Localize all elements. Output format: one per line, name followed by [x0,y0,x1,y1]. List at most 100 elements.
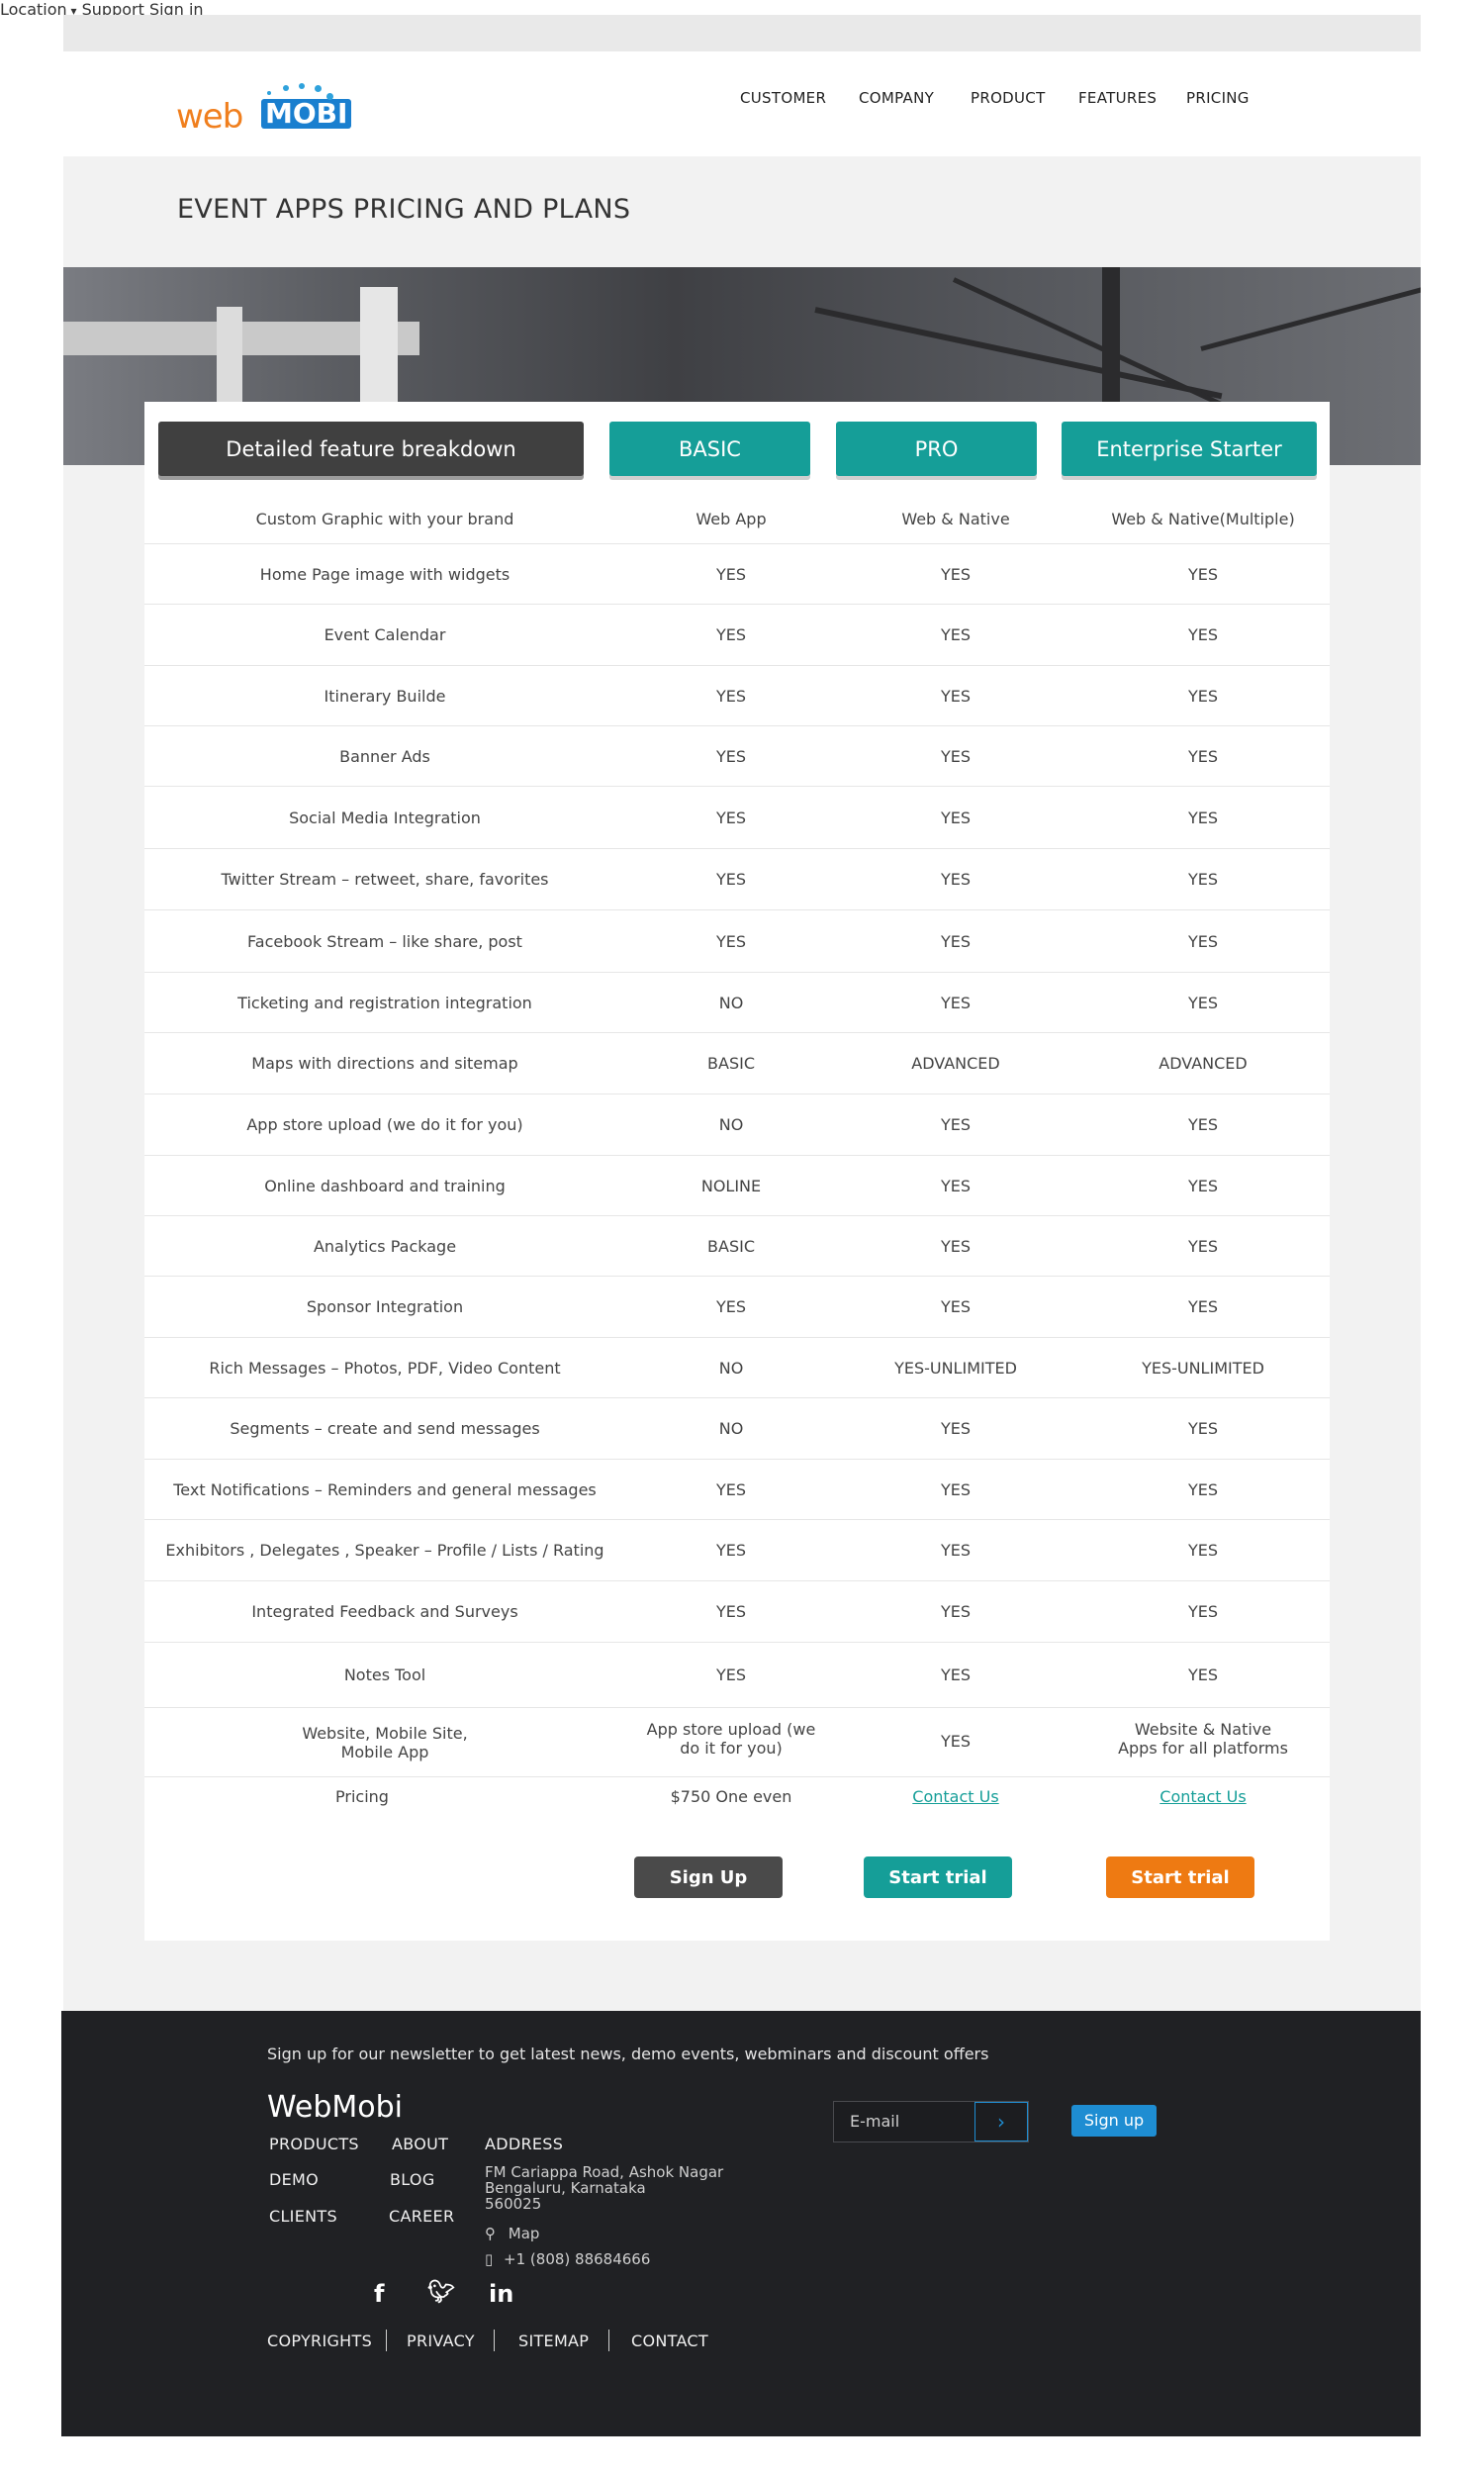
enterprise-value: YES [1187,687,1219,706]
logo-dot [283,85,289,91]
enterprise-value: YES [1187,1419,1219,1438]
footer-link-about[interactable]: ABOUT [392,2135,448,2153]
table-row: Rich Messages – Photos, PDF, Video Conte… [144,1338,1330,1398]
enterprise-value: YES [1187,1541,1219,1560]
footer-divider [386,2330,387,2351]
linkedin-icon[interactable]: in [489,2280,513,2308]
pricing-label: Pricing [335,1787,389,1806]
table-row: Event Calendar YES YES YES [144,605,1330,666]
basic-value: YES [715,1541,747,1560]
basic-value: YES [715,747,747,766]
table-row: Sponsor Integration YES YES YES [144,1277,1330,1338]
feature-label: Facebook Stream – like share, post [247,932,522,951]
basic-value: NO [718,1115,744,1134]
enterprise-value: YES [1187,994,1219,1012]
basic-value: NO [718,1419,744,1438]
footer-link-sitemap[interactable]: SITEMAP [518,2331,589,2350]
table-row: Custom Graphic with your brand Web App Web… [144,495,1330,544]
pro-value: YES [940,747,972,766]
basic-value: YES [715,932,747,951]
footer-divider [494,2330,495,2351]
table-row: Social Media Integration YES YES YES [144,787,1330,849]
feature-label: Segments – create and send messages [230,1419,540,1438]
enterprise-start-trial-button[interactable]: Start trial [1106,1856,1254,1898]
pro-value: YES [940,1602,972,1621]
feature-label: Text Notifications – Reminders and gener… [173,1480,597,1499]
logo-mobi-text: MOBI [261,99,352,129]
email-placeholder: E-mail [850,2112,900,2131]
pro-value: YES [940,1237,972,1256]
feature-label: Sponsor Integration [306,1297,464,1316]
footer-link-contact[interactable]: CONTACT [631,2331,708,2350]
map-item[interactable]: ⚲ Map [485,2225,539,2242]
basic-value: YES [715,687,747,706]
nav-product[interactable]: PRODUCT [971,89,1046,107]
table-row-pricing: Pricing $750 One even Contact Us Contact… [144,1777,1330,1825]
footer-link-privacy[interactable]: PRIVACY [407,2331,475,2350]
phone-number: +1 (808) 88684666 [504,2250,651,2268]
nav-features[interactable]: FEATURES [1078,89,1157,107]
basic-value: BASIC [707,1237,755,1256]
footer-link-copyrights[interactable]: COPYRIGHTS [267,2331,372,2350]
pro-value: ADVANCED [911,1054,1000,1073]
feature-label: Website, Mobile Site, Mobile App [144,1724,625,1761]
pro-value: YES [940,1480,972,1499]
header-enterprise-starter: Enterprise Starter [1062,422,1317,476]
newsletter-email-field[interactable]: E-mail › [833,2101,1029,2142]
pro-value: YES [940,870,972,889]
pro-start-trial-button[interactable]: Start trial [864,1856,1012,1898]
footer-link-blog[interactable]: BLOG [390,2170,435,2189]
pro-value: YES [940,1541,972,1560]
table-row: Itinerary Builde YES YES YES [144,666,1330,726]
basic-value-line: do it for you) [680,1739,783,1758]
pro-value: YES [940,1177,972,1195]
pro-value: YES-UNLIMITED [894,1359,1017,1378]
enterprise-value: YES [1187,1237,1219,1256]
basic-value: App store upload (we do it for you) [612,1720,850,1758]
feature-label: Notes Tool [343,1665,426,1684]
newsletter-signup-button[interactable]: Sign up [1071,2105,1157,2137]
logo-dot [299,83,305,89]
basic-value: NOLINE [700,1177,762,1195]
facebook-icon[interactable]: f [374,2280,384,2308]
footer-link-demo[interactable]: DEMO [269,2170,319,2189]
feature-label: Custom Graphic with your brand [255,510,514,528]
nav-pricing[interactable]: PRICING [1186,89,1250,107]
footer-link-career[interactable]: CAREER [389,2207,454,2226]
enterprise-value-line: Website & Native [1134,1720,1272,1739]
pro-value: YES [940,809,972,827]
pro-value: YES [940,932,972,951]
feature-label: Twitter Stream – retweet, share, favorit… [221,870,549,889]
footer-link-products[interactable]: PRODUCTS [269,2135,359,2153]
pro-value: YES [940,994,972,1012]
pro-contact-us-link[interactable]: Contact Us [912,1787,998,1806]
footer-link-clients[interactable]: CLIENTS [269,2207,337,2226]
basic-value: NO [718,994,744,1012]
basic-value: YES [715,870,747,889]
enterprise-value: YES [1187,625,1219,644]
address-line: Bengaluru, Karnataka [485,2179,646,2197]
basic-signup-button[interactable]: Sign Up [634,1856,783,1898]
phone-item: ▯ +1 (808) 88684666 [485,2250,650,2268]
nav-company[interactable]: COMPANY [859,89,934,107]
enterprise-value: YES [1187,932,1219,951]
enterprise-value: YES [1187,809,1219,827]
site-footer [61,2011,1421,2436]
table-row: Analytics Package BASIC YES YES [144,1216,1330,1277]
enterprise-value: YES [1187,1297,1219,1316]
twitter-icon[interactable]: 🐦︎ [427,2280,455,2305]
enterprise-value-line: Apps for all platforms [1118,1739,1288,1758]
enterprise-value: YES [1187,1665,1219,1684]
table-row: Notes Tool YES YES YES [144,1643,1330,1708]
enterprise-value: YES [1187,565,1219,584]
basic-value: YES [715,1297,747,1316]
enterprise-contact-us-link[interactable]: Contact Us [1159,1787,1246,1806]
webmobi-logo[interactable]: web MOBI [176,83,354,139]
basic-price: $750 One even [670,1787,792,1806]
nav-customer[interactable]: CUSTOMER [740,89,826,107]
feature-label: Integrated Feedback and Surveys [251,1602,518,1621]
hero-tree-branch [952,277,1224,408]
logo-dot [326,93,333,100]
chevron-right-icon[interactable]: › [974,2102,1028,2141]
basic-value: BASIC [707,1054,755,1073]
